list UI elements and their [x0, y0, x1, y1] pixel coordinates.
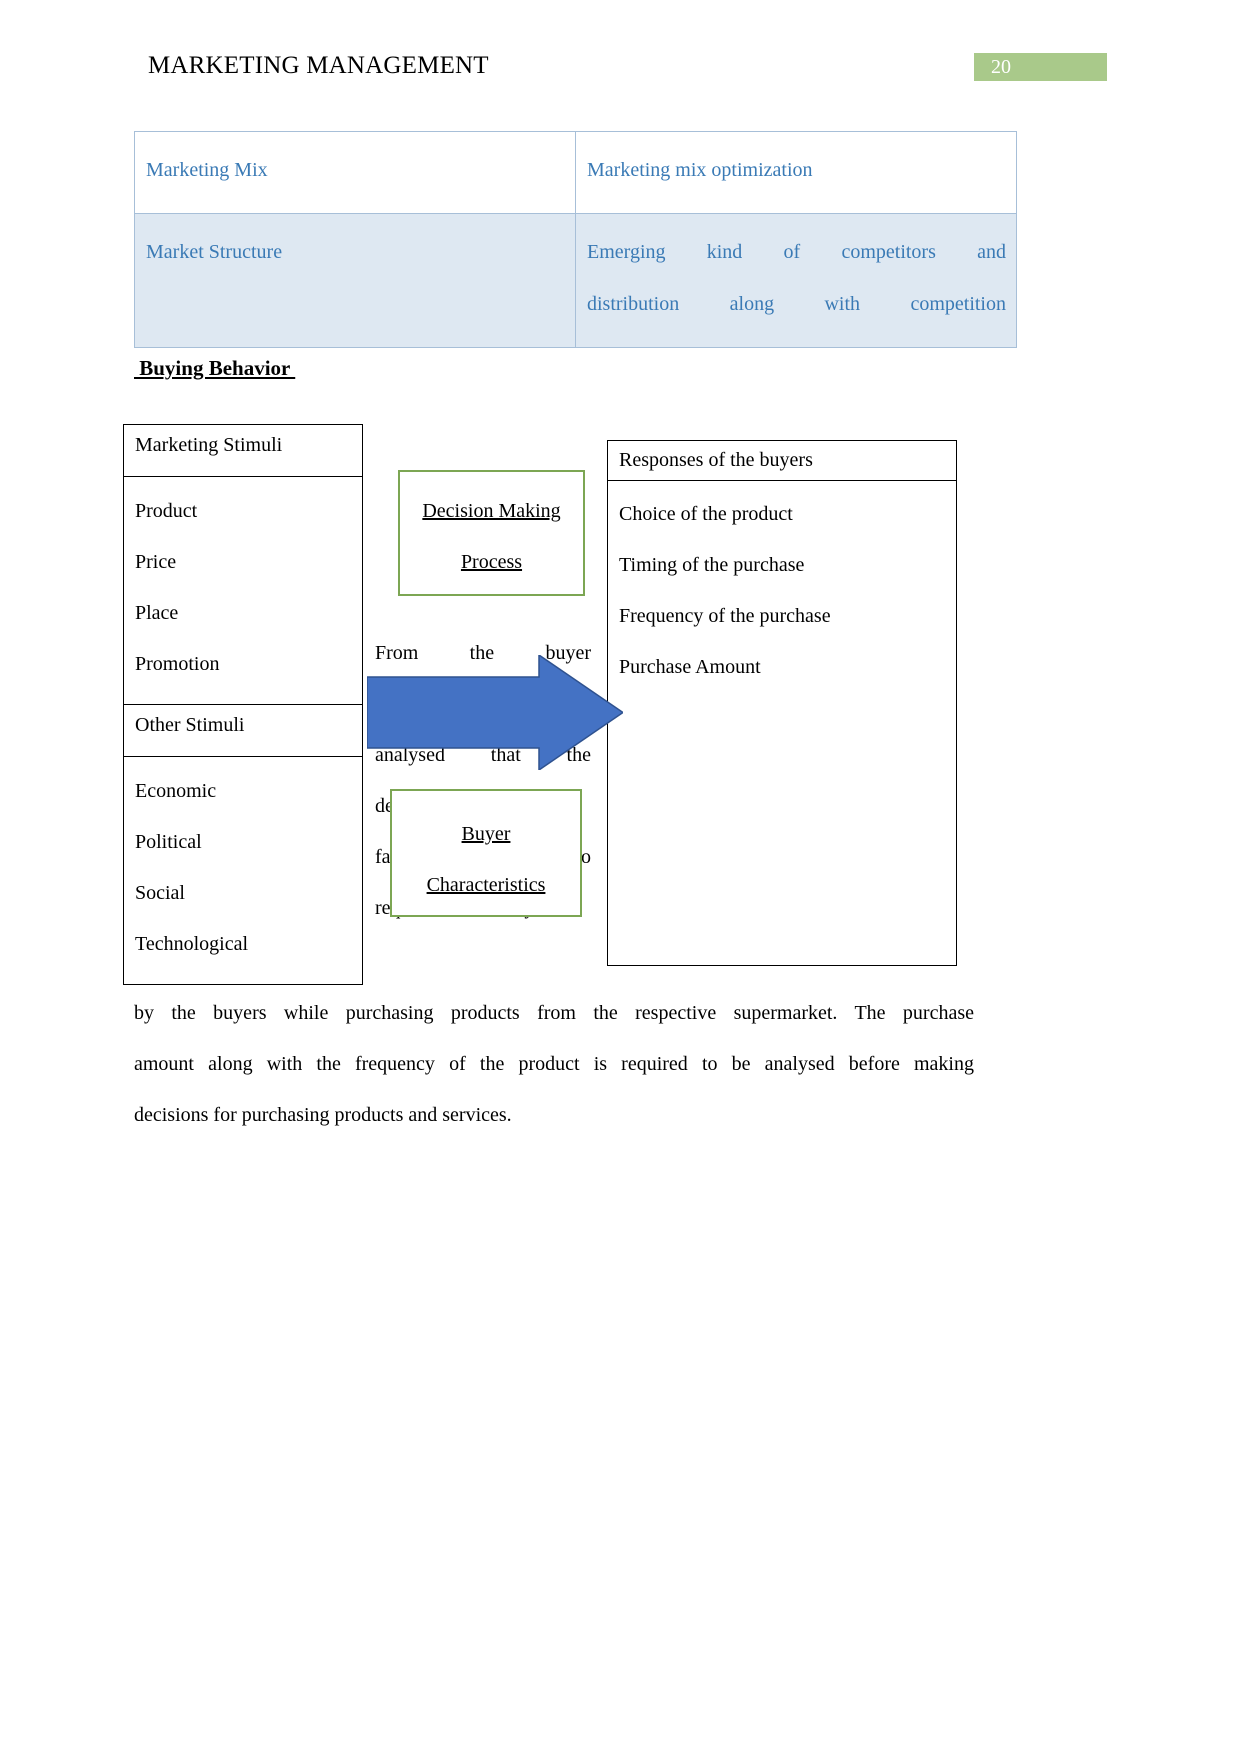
box-list-responses: Choice of the product Timing of the purc…	[608, 481, 956, 693]
list-item: Frequency of the purchase	[619, 605, 831, 627]
table-cell-label: Marketing Mix	[134, 131, 576, 214]
list-item: Choice of the product	[619, 503, 793, 525]
box-label-line: Process	[460, 551, 523, 573]
table-cell-value-line: distribution along with competition	[587, 293, 1006, 315]
list-item: Economic	[135, 780, 217, 802]
paragraph-line: decisions for purchasing products and se…	[134, 1104, 512, 1126]
box-label-line: Buyer	[461, 823, 511, 845]
paragraph-line: by the buyers while purchasing products …	[134, 1002, 974, 1024]
list-item: Place	[135, 602, 179, 624]
section-heading-buying-behavior: Buying Behavior	[134, 356, 296, 380]
paragraph-line: amount along with the frequency of the p…	[134, 1053, 974, 1075]
page-header: MARKETING MANAGEMENT 20	[0, 0, 1241, 110]
list-item: Product	[135, 500, 198, 522]
document-title: MARKETING MANAGEMENT	[148, 52, 489, 79]
diagram-box-decision-making-process: Decision Making Process	[398, 470, 585, 596]
list-item: Timing of the purchase	[619, 554, 805, 576]
list-item: Promotion	[135, 653, 220, 675]
list-item: Social	[135, 882, 185, 904]
box-header-responses: Responses of the buyers	[608, 441, 956, 481]
list-item: Purchase Amount	[619, 656, 761, 678]
table-row: Marketing Mix Marketing mix optimization	[134, 131, 1017, 214]
list-item: Political	[135, 831, 202, 853]
list-item: Technological	[135, 933, 248, 955]
arrow-polygon	[367, 655, 623, 770]
diagram-box-marketing-stimuli: Marketing Stimuli Product Price Place Pr…	[123, 424, 363, 985]
page-number-text: 20	[991, 56, 1011, 78]
table-row: Market Structure Emerging kind of compet…	[134, 213, 1017, 348]
list-item: Price	[135, 551, 177, 573]
table-cell-value: Emerging kind of competitors and distrib…	[575, 213, 1017, 348]
page-number-badge: 20	[974, 53, 1107, 81]
box-label-line: Decision Making	[422, 500, 561, 522]
box-list-other-stimuli: Economic Political Social Technological	[124, 757, 362, 984]
diagram-box-responses-of-buyers: Responses of the buyers Choice of the pr…	[607, 440, 957, 966]
right-arrow-shape	[367, 655, 623, 770]
box-label-line: Characteristics	[426, 874, 546, 896]
table-cell-value-line: Emerging kind of competitors and	[587, 241, 1006, 263]
table-cell-value-line: Marketing mix optimization	[587, 159, 813, 181]
box-header-other-stimuli: Other Stimuli	[124, 705, 362, 757]
table-cell-label: Market Structure	[134, 213, 576, 348]
box-header-marketing-stimuli: Marketing Stimuli	[124, 425, 362, 477]
bottom-paragraph: by the buyers while purchasing products …	[134, 988, 974, 1141]
marketing-table: Marketing Mix Marketing mix optimization…	[134, 131, 1017, 348]
box-list-marketing-stimuli: Product Price Place Promotion	[124, 477, 362, 705]
diagram-box-buyer-characteristics: Buyer Characteristics	[390, 789, 582, 917]
table-cell-value: Marketing mix optimization	[575, 131, 1017, 214]
